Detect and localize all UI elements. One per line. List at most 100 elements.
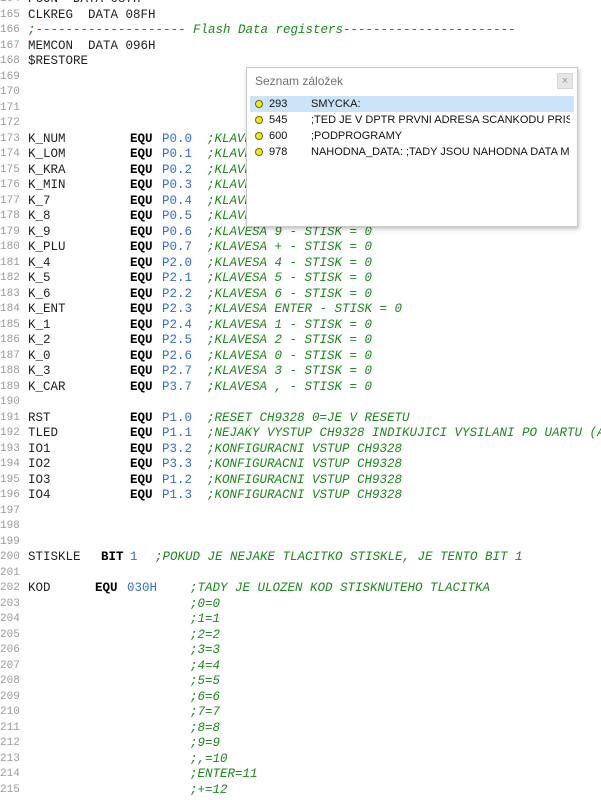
- code-line[interactable]: 192 TLED EQU P1.1 ;NEJAKY VYSTUP CH9328 INDI…: [0, 426, 601, 442]
- code-line[interactable]: 211 ;8=8: [0, 721, 601, 737]
- code-token: EQU: [130, 147, 153, 161]
- code-token: ;TADY JE ULOZEN KOD STISKNUTEHO TLACITKA: [190, 581, 491, 595]
- code-token: ;5=5: [190, 674, 221, 688]
- line-number: 214: [0, 768, 20, 780]
- code-line[interactable]: 193 IO1 EQU P3.2 ;KONFIGURACNI VSTUP CH9328: [0, 442, 601, 458]
- code-token: KOD: [28, 581, 51, 595]
- code-token: CLKREG DATA 08FH: [28, 7, 156, 22]
- code-line[interactable]: 197: [0, 504, 601, 520]
- line-number: 211: [0, 721, 20, 734]
- code-token: EQU: [130, 364, 153, 378]
- code-line[interactable]: 203 ;0=0: [0, 597, 601, 613]
- code-token: ;ENTER=11: [190, 767, 258, 781]
- code-line[interactable]: 199: [0, 535, 601, 551]
- code-line[interactable]: 164 PCON DATA 087H: [0, 0, 601, 8]
- code-token: ;4=4: [190, 658, 221, 673]
- code-token: EQU: [130, 426, 153, 440]
- code-token: IO2: [28, 457, 51, 471]
- code-line[interactable]: 201: [0, 566, 601, 582]
- code-line[interactable]: 165 CLKREG DATA 08FH: [0, 8, 601, 24]
- code-line[interactable]: 215 ;+=12: [0, 783, 601, 799]
- code-line[interactable]: 180 K_PLU EQU P0.7 ;KLAVESA + - STISK = 0: [0, 240, 601, 256]
- code-line[interactable]: 188 K_3 EQU P2.7 ;KLAVESA 3 - STISK = 0: [0, 364, 601, 380]
- bookmark-item[interactable]: 545 ;TED JE V DPTR PRVNI ADRESA SCANKODU …: [250, 112, 574, 128]
- code-token: ;KLAVESA 3 - STISK = 0: [207, 364, 373, 378]
- bookmark-icon: [255, 116, 263, 124]
- line-number: 182: [0, 272, 20, 284]
- line-number: 193: [0, 442, 20, 455]
- bookmark-item[interactable]: 600 ;PODPROGRAMY: [250, 128, 574, 144]
- code-line[interactable]: 204 ;1=1: [0, 612, 601, 628]
- code-token: P0.7: [162, 240, 193, 254]
- code-token: ;KONFIGURACNI VSTUP CH9328: [207, 472, 403, 487]
- line-number: 170: [0, 86, 20, 98]
- code-token: K_KRA: [28, 162, 66, 177]
- code-line[interactable]: 206 ;3=3: [0, 643, 601, 659]
- line-number: 167: [0, 39, 20, 52]
- code-token: P0.2: [162, 162, 193, 177]
- code-token: ;NEJAKY VYSTUP CH9328 INDIKUJICI VYSILAN…: [207, 426, 601, 440]
- line-number: 194: [0, 458, 20, 470]
- code-token: $RESTORE: [28, 54, 89, 68]
- code-token: K_NUM: [28, 131, 66, 146]
- code-token: EQU: [130, 379, 153, 394]
- code-token: K_MIN: [28, 178, 66, 192]
- code-token: K_6: [28, 286, 51, 301]
- code-token: P1.2: [162, 472, 193, 487]
- code-token: ;KLAVESA 2 - STISK = 0: [207, 333, 373, 347]
- code-line[interactable]: 183 K_6 EQU P2.2 ;KLAVESA 6 - STISK = 0: [0, 287, 601, 303]
- line-number: 180: [0, 241, 20, 253]
- code-token: ;0=0: [190, 596, 221, 611]
- code-line[interactable]: 196 IO4 EQU P1.3 ;KONFIGURACNI VSTUP CH9328: [0, 488, 601, 504]
- line-number: 209: [0, 690, 20, 703]
- bookmark-panel-titlebar[interactable]: Seznam záložek ×: [247, 68, 577, 95]
- code-line[interactable]: 190: [0, 395, 601, 411]
- line-number: 177: [0, 194, 20, 207]
- code-line[interactable]: 191 RST EQU P1.0 ;RESET CH9328 0=JE V RESETU: [0, 411, 601, 427]
- code-line[interactable]: 185 K_1 EQU P2.4 ;KLAVESA 1 - STISK = 0: [0, 318, 601, 334]
- bookmark-line-number: 545: [269, 114, 288, 126]
- code-line[interactable]: 186 K_2 EQU P2.5 ;KLAVESA 2 - STISK = 0: [0, 333, 601, 349]
- code-line[interactable]: 182 K_5 EQU P2.1 ;KLAVESA 5 - STISK = 0: [0, 271, 601, 287]
- code-token: ;6=6: [190, 689, 221, 704]
- code-line[interactable]: 209 ;6=6: [0, 690, 601, 706]
- code-line[interactable]: 202 KOD EQU 030H ;TADY JE ULOZEN KOD STISKNU…: [0, 581, 601, 597]
- code-token: ;KLAVESA 6 - STISK = 0: [207, 286, 373, 301]
- code-token: ;KLAVESA 5 - STISK = 0: [207, 271, 373, 285]
- line-number: 185: [0, 318, 20, 331]
- code-token: ;KLAVESA , - STISK = 0: [207, 379, 373, 394]
- code-token: 030H: [127, 581, 158, 595]
- line-number: 179: [0, 225, 20, 238]
- code-line[interactable]: 205 ;2=2: [0, 628, 601, 644]
- code-token: EQU: [130, 255, 153, 270]
- code-token: ;KLAVESA 4 - STISK = 0: [207, 255, 373, 270]
- code-token: P2.5: [162, 333, 193, 347]
- bookmark-item[interactable]: 293 SMYCKA:: [250, 96, 574, 112]
- code-line[interactable]: 194 IO2 EQU P3.3 ;KONFIGURACNI VSTUP CH9328: [0, 457, 601, 473]
- code-token: TLED: [28, 426, 59, 440]
- code-line[interactable]: 198: [0, 519, 601, 535]
- line-number: 173: [0, 132, 20, 145]
- close-button[interactable]: ×: [557, 73, 573, 89]
- code-line[interactable]: 167 MEMCON DATA 096H: [0, 39, 601, 55]
- bookmark-line-number: 293: [269, 98, 288, 110]
- bookmark-item[interactable]: 978 NAHODNA_DATA: ;TADY JSOU NAHODNA DATA…: [250, 144, 574, 160]
- code-line[interactable]: 166 ;-------------------- Flash Data regi…: [0, 23, 601, 39]
- code-line[interactable]: 181 K_4 EQU P2.0 ;KLAVESA 4 - STISK = 0: [0, 256, 601, 272]
- code-line[interactable]: 207 ;4=4: [0, 659, 601, 675]
- code-line[interactable]: 200 STISKLE BIT 1 ;POKUD JE NEJAKE TLACITKO …: [0, 550, 601, 566]
- line-number: 190: [0, 396, 20, 408]
- code-token: P0.3: [162, 178, 193, 192]
- code-line[interactable]: 208 ;5=5: [0, 674, 601, 690]
- code-token: P3.7: [162, 379, 193, 394]
- line-number: 175: [0, 163, 20, 176]
- line-number: 196: [0, 489, 20, 501]
- code-line[interactable]: 184 K_ENT EQU P2.3 ;KLAVESA ENTER - STISK = …: [0, 302, 601, 318]
- code-line[interactable]: 212 ;9=9: [0, 736, 601, 752]
- code-line[interactable]: 187 K_0 EQU P2.6 ;KLAVESA 0 - STISK = 0: [0, 349, 601, 365]
- code-line[interactable]: 210 ;7=7: [0, 705, 601, 721]
- code-line[interactable]: 195 IO3 EQU P1.2 ;KONFIGURACNI VSTUP CH9328: [0, 473, 601, 489]
- code-line[interactable]: 213 ;,=10: [0, 752, 601, 768]
- code-line[interactable]: 189 K_CAR EQU P3.7 ;KLAVESA , - STISK = 0: [0, 380, 601, 396]
- code-line[interactable]: 214 ;ENTER=11: [0, 767, 601, 783]
